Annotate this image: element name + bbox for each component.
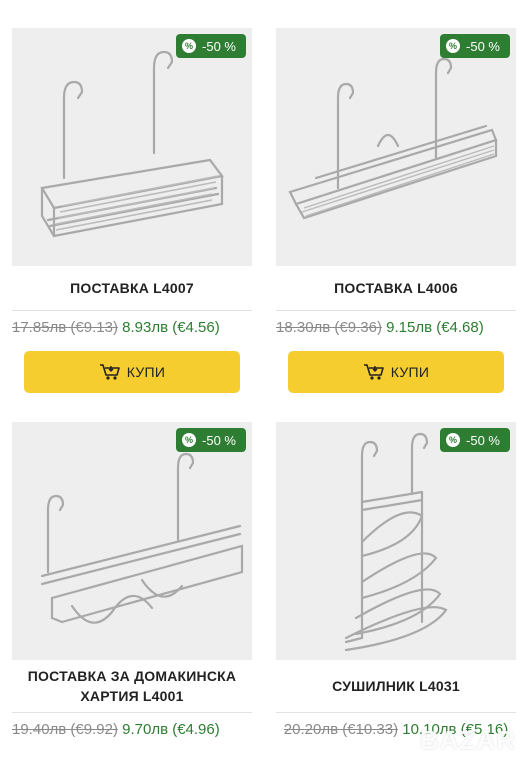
buy-button[interactable]: КУПИ: [24, 351, 240, 393]
product-card: % -50 % СУШИЛНИК L4031 20.20лв (€10.33) …: [276, 422, 516, 741]
discount-badge: % -50 %: [176, 34, 246, 58]
product-title[interactable]: ПОСТАВКА L4006: [330, 278, 462, 298]
discount-label: -50 %: [466, 432, 500, 448]
discount-label: -50 %: [202, 432, 236, 448]
buy-label: КУПИ: [390, 364, 430, 380]
old-price: 20.20лв (€10.33): [283, 721, 399, 738]
product-card: % -50 % ПОСТАВКА L4006 18.30лв (€9.36) 9…: [276, 28, 516, 393]
percent-icon: %: [446, 433, 461, 447]
drying-rack-image: [344, 432, 448, 652]
product-title[interactable]: ПОСТАВКА ЗА ДОМАКИНСКА ХАРТИЯ L4001: [12, 666, 252, 706]
paper-towel-holder-image: [40, 452, 244, 624]
product-image[interactable]: % -50 %: [276, 422, 516, 660]
product-image[interactable]: % -50 %: [12, 28, 252, 266]
shelf-rack-image: [288, 57, 498, 220]
buy-button[interactable]: КУПИ: [288, 351, 504, 393]
new-price: 9.70лв (€4.96): [122, 721, 220, 738]
discount-label: -50 %: [466, 38, 500, 54]
product-image[interactable]: % -50 %: [276, 28, 516, 266]
title-wrap: СУШИЛНИК L4031: [276, 660, 516, 712]
buy-label: КУПИ: [126, 364, 166, 380]
cart-icon: [363, 363, 385, 381]
title-wrap: ПОСТАВКА L4007: [12, 266, 252, 310]
new-price: 8.93лв (€4.56): [122, 319, 220, 336]
old-price: 19.40лв (€9.92): [12, 721, 118, 738]
old-price: 18.30лв (€9.36): [276, 319, 382, 336]
cart-icon: [99, 363, 121, 381]
title-wrap: ПОСТАВКА ЗА ДОМАКИНСКА ХАРТИЯ L4001: [12, 660, 252, 712]
product-card: % -50 % ПОСТАВКА ЗА ДОМАКИНСКА ХАРТИЯ L4…: [12, 422, 252, 741]
discount-label: -50 %: [202, 38, 236, 54]
product-image[interactable]: % -50 %: [12, 422, 252, 660]
product-title[interactable]: СУШИЛНИК L4031: [328, 676, 464, 696]
product-grid: % -50 % ПОСТАВКА L4007 17.85лв (€9.13) 8…: [0, 0, 522, 768]
discount-badge: % -50 %: [440, 34, 510, 58]
discount-badge: % -50 %: [176, 428, 246, 452]
price-row: 17.85лв (€9.13) 8.93лв (€4.56): [12, 311, 252, 339]
product-card: % -50 % ПОСТАВКА L4007 17.85лв (€9.13) 8…: [12, 28, 252, 393]
discount-badge: % -50 %: [440, 428, 510, 452]
percent-icon: %: [182, 433, 197, 447]
percent-icon: %: [182, 39, 197, 53]
old-price: 17.85лв (€9.13): [12, 319, 118, 336]
percent-icon: %: [446, 39, 461, 53]
watermark-logo: BAZAR: [420, 725, 516, 755]
product-title[interactable]: ПОСТАВКА L4007: [66, 278, 198, 298]
title-wrap: ПОСТАВКА L4006: [276, 266, 516, 310]
shelf-rack-image: [40, 50, 224, 238]
new-price: 9.15лв (€4.68): [386, 319, 484, 336]
price-row: 18.30лв (€9.36) 9.15лв (€4.68): [276, 311, 516, 339]
price-row: 19.40лв (€9.92) 9.70лв (€4.96): [12, 713, 252, 741]
